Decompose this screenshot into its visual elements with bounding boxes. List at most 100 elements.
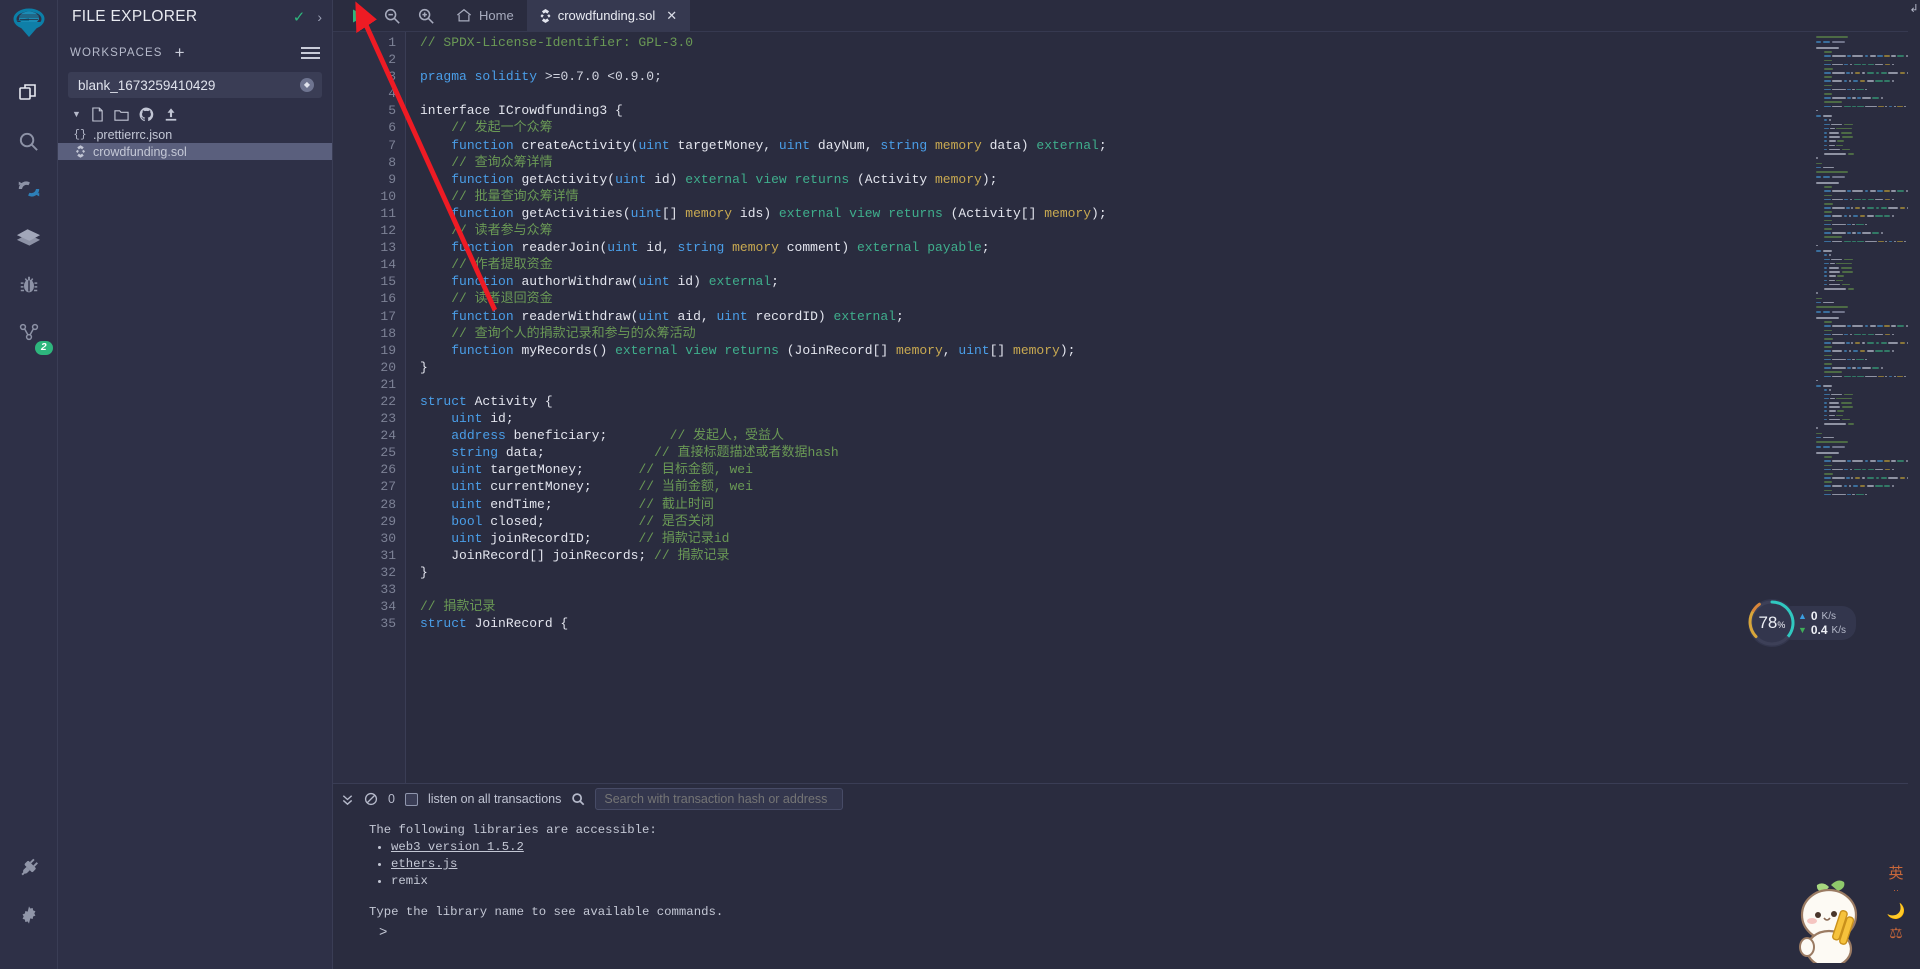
scroll-up-arrow-icon[interactable]: ↲: [1908, 0, 1920, 15]
file-tree: {} .prettierrc.json crowdfunding.sol: [58, 126, 332, 160]
editor-code-content[interactable]: // SPDX-License-Identifier: GPL-3.0 prag…: [405, 32, 1810, 783]
terminal-library-list: web3 version 1.5.2 ethers.js remix: [391, 839, 1920, 890]
chevron-right-icon[interactable]: ›: [317, 9, 322, 25]
code-token: // 目标金额, wei: [638, 462, 753, 478]
search-icon[interactable]: [9, 121, 49, 161]
file-name: crowdfunding.sol: [93, 144, 187, 159]
publish-upload-icon[interactable]: [164, 107, 178, 122]
plugin-plug-icon[interactable]: [9, 847, 49, 887]
code-token: memory: [732, 240, 779, 256]
terminal-prompt[interactable]: >: [369, 921, 1920, 942]
github-clone-icon[interactable]: [139, 107, 154, 122]
code-token: // 查询众筹详情: [420, 154, 553, 170]
minimap-line: [1816, 157, 1914, 160]
upload-speed-unit: K/s: [1821, 610, 1836, 622]
code-token: uint: [638, 137, 670, 153]
line-number: 32: [380, 564, 396, 580]
plugin-badge-count: 2: [34, 341, 53, 355]
lib-web3-link[interactable]: web3 version 1.5.2: [391, 840, 524, 854]
tree-collapse-icon[interactable]: ▼: [72, 109, 81, 119]
minimap-line: [1816, 254, 1914, 257]
code-token: (Activity: [849, 171, 935, 187]
list-item: web3 version 1.5.2: [391, 839, 1920, 856]
check-icon[interactable]: ✓: [293, 8, 306, 26]
zoom-out-button[interactable]: [375, 0, 409, 32]
code-line: function authorWithdraw(uint id) externa…: [420, 273, 1810, 290]
code-token: // 读者退回资金: [420, 291, 553, 307]
transaction-search-input[interactable]: [595, 788, 844, 810]
new-file-icon[interactable]: [91, 107, 104, 122]
add-workspace-button[interactable]: +: [175, 44, 185, 61]
window-scrollbar[interactable]: ↲: [1908, 0, 1920, 969]
editor-folding-margin: [333, 32, 367, 783]
minimap-line: [1816, 436, 1914, 440]
terminal-count: 0: [388, 792, 395, 806]
terminal-collapse-icon[interactable]: [341, 793, 354, 806]
workspace-select[interactable]: blank_1673259410429 ◆: [68, 72, 322, 98]
deploy-run-icon[interactable]: [9, 217, 49, 257]
plugin-manager-icon[interactable]: 2: [9, 313, 53, 355]
listen-all-transactions-label[interactable]: listen on all transactions: [428, 792, 561, 806]
code-editor[interactable]: 1 2 3 4 5 6 7 8 9 10 11 12 13 14 15 16 17 18 19 20 21 22 23 24 2…: [333, 32, 1810, 783]
minimap-line: [1816, 414, 1914, 418]
network-speed-widget[interactable]: 78% ▲ 0 K/s ▼ 0.4 K/s: [1747, 599, 1856, 647]
tab-crowdfunding-sol[interactable]: crowdfunding.sol ✕: [526, 0, 691, 32]
workspace-menu-icon[interactable]: [301, 44, 320, 62]
code-token: string: [451, 445, 499, 461]
close-icon[interactable]: ✕: [666, 8, 677, 24]
file-explorer-icon[interactable]: [9, 73, 49, 113]
clear-console-icon[interactable]: [364, 792, 378, 806]
solidity-file-icon: [72, 145, 88, 158]
code-token: data;: [498, 445, 655, 461]
code-line: function readerWithdraw(uint aid, uint r…: [420, 308, 1810, 325]
debugger-icon[interactable]: [9, 265, 49, 305]
tab-home[interactable]: Home: [443, 0, 527, 32]
minimap-line: [1816, 115, 1914, 118]
zoom-in-button[interactable]: [409, 0, 443, 32]
new-folder-icon[interactable]: [114, 107, 129, 122]
minimap-line: [1816, 446, 1914, 449]
ime-panel-icon[interactable]: ⚖: [1882, 923, 1910, 945]
listen-all-transactions-checkbox[interactable]: [404, 792, 418, 806]
file-tree-item-crowdfunding[interactable]: crowdfunding.sol: [58, 143, 332, 160]
run-script-button[interactable]: [341, 0, 375, 32]
code-token: getActivities(: [513, 205, 631, 221]
minimap-line: [1816, 101, 1914, 104]
code-token: memory: [685, 205, 733, 221]
code-token: id): [669, 274, 709, 290]
lib-ethers-link[interactable]: ethers.js: [391, 857, 457, 871]
line-number: 30: [380, 530, 396, 546]
settings-gear-icon[interactable]: [9, 895, 49, 935]
minimap-line: [1816, 232, 1914, 235]
lib-remix-label: remix: [391, 874, 428, 888]
solidity-compiler-icon[interactable]: [9, 169, 49, 209]
code-token: // 查询个人的捐款记录和参与的众筹活动: [420, 325, 696, 341]
code-token: // 捐款记录: [420, 599, 496, 615]
minimap-line: [1816, 333, 1914, 337]
remix-logo-icon[interactable]: [7, 6, 51, 47]
terminal-search-icon[interactable]: [571, 792, 585, 806]
code-token: beneficiary;: [505, 428, 670, 444]
ime-indicator[interactable]: 英 ·· 🌙 ⚖: [1882, 863, 1910, 945]
line-number: 2: [388, 52, 396, 68]
line-number: 9: [388, 171, 396, 187]
minimap-line: [1816, 271, 1914, 274]
code-token: payable: [927, 240, 982, 256]
code-line: uint joinRecordID; // 捐款记录id: [420, 530, 1810, 547]
minimap-line: [1816, 385, 1914, 388]
minimap-line: [1816, 316, 1914, 320]
editor-minimap[interactable]: [1810, 32, 1920, 783]
minimap-line: [1816, 363, 1914, 366]
ime-moon-icon[interactable]: 🌙: [1882, 901, 1910, 923]
minimap-line: [1816, 36, 1914, 39]
code-token: aid,: [669, 308, 717, 324]
line-number: 6: [388, 120, 396, 136]
code-token: (Activity[]: [942, 205, 1045, 221]
code-line: // 查询个人的捐款记录和参与的众筹活动: [420, 325, 1810, 342]
file-tree-item-prettierrc[interactable]: {} .prettierrc.json: [58, 126, 332, 143]
code-token: uint: [716, 308, 748, 324]
line-number: 27: [380, 479, 396, 495]
desktop-pet-mascot[interactable]: [1784, 877, 1876, 969]
